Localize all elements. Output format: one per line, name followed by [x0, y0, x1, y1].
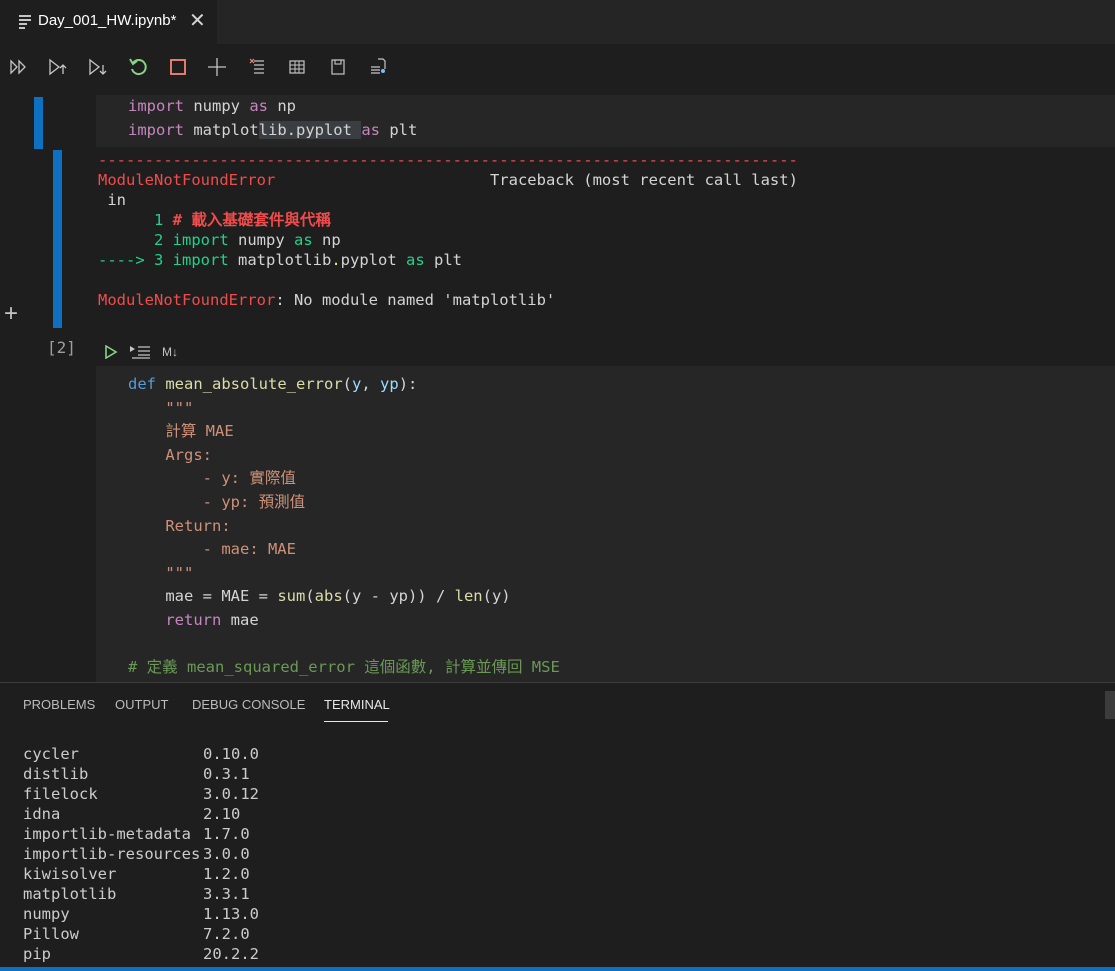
cell-toolbar: M↓ — [96, 338, 1115, 366]
cell-error-output: ----------------------------------------… — [98, 151, 798, 309]
markdown-toggle[interactable]: M↓ — [162, 345, 178, 359]
add-cell-icon[interactable] — [205, 55, 229, 79]
package-row: importlib-metadata 1.7.0 — [23, 825, 250, 843]
export-icon[interactable] — [366, 55, 390, 79]
cell-mae-code: def mean_absolute_error(y, yp): """ 計算 M… — [128, 375, 560, 677]
package-row: kiwisolver 1.2.0 — [23, 865, 250, 883]
package-row: idna 2.10 — [23, 805, 241, 823]
package-row: pip 20.2.2 — [23, 945, 259, 963]
active-tab-indicator — [324, 721, 388, 722]
interrupt-icon[interactable] — [166, 55, 190, 79]
tab-terminal[interactable]: TERMINAL — [324, 697, 390, 712]
package-row: distlib 0.3.1 — [23, 765, 250, 783]
terminal-scrollbar[interactable] — [1105, 691, 1115, 719]
run-all-icon[interactable] — [7, 55, 31, 79]
package-row: filelock 3.0.12 — [23, 785, 259, 803]
cell-imports-code: import numpy as np import matplotlib.pyp… — [128, 97, 418, 139]
package-row: importlib-resources 3.0.0 — [23, 845, 250, 863]
terminal-output[interactable]: cycler 0.10.0 distlib 0.3.1 filelock 3.0.12… — [23, 744, 259, 964]
editor-tab-bar: Day_001_HW.ipynb* ✕ — [0, 0, 1115, 44]
clear-outputs-icon[interactable] — [246, 55, 270, 79]
bottom-panel: PROBLEMS OUTPUT DEBUG CONSOLE TERMINAL c… — [0, 682, 1115, 971]
package-row: Pillow 7.2.0 — [23, 925, 250, 943]
tab-output[interactable]: OUTPUT — [115, 697, 168, 712]
package-row: matplotlib 3.3.1 — [23, 885, 250, 903]
add-cell-plus-icon[interactable]: + — [4, 302, 18, 326]
run-cell-icon[interactable] — [104, 345, 118, 359]
output-focus-bar — [53, 150, 62, 328]
cell-focus-bar — [34, 97, 43, 149]
notebook-editor[interactable]: import numpy as np import matplotlib.pyp… — [0, 90, 1115, 682]
status-bar-edge — [0, 967, 1115, 971]
run-below-cell-icon[interactable] — [129, 344, 151, 360]
package-row: numpy 1.13.0 — [23, 905, 259, 923]
variables-icon[interactable] — [285, 55, 309, 79]
tab-problems[interactable]: PROBLEMS — [23, 697, 95, 712]
tab-day-001-hw[interactable]: Day_001_HW.ipynb* ✕ — [0, 0, 217, 44]
run-below-icon[interactable] — [86, 55, 110, 79]
notebook-toolbar — [0, 44, 1115, 90]
run-above-icon[interactable] — [46, 55, 70, 79]
tab-title: Day_001_HW.ipynb* — [38, 12, 177, 29]
notebook-icon — [19, 15, 31, 29]
tab-debug-console[interactable]: DEBUG CONSOLE — [192, 697, 305, 712]
restart-icon[interactable] — [126, 55, 150, 79]
close-icon[interactable]: ✕ — [189, 9, 206, 33]
package-row: cycler 0.10.0 — [23, 745, 259, 763]
save-icon[interactable] — [326, 55, 350, 79]
execution-count: [2] — [47, 338, 76, 357]
